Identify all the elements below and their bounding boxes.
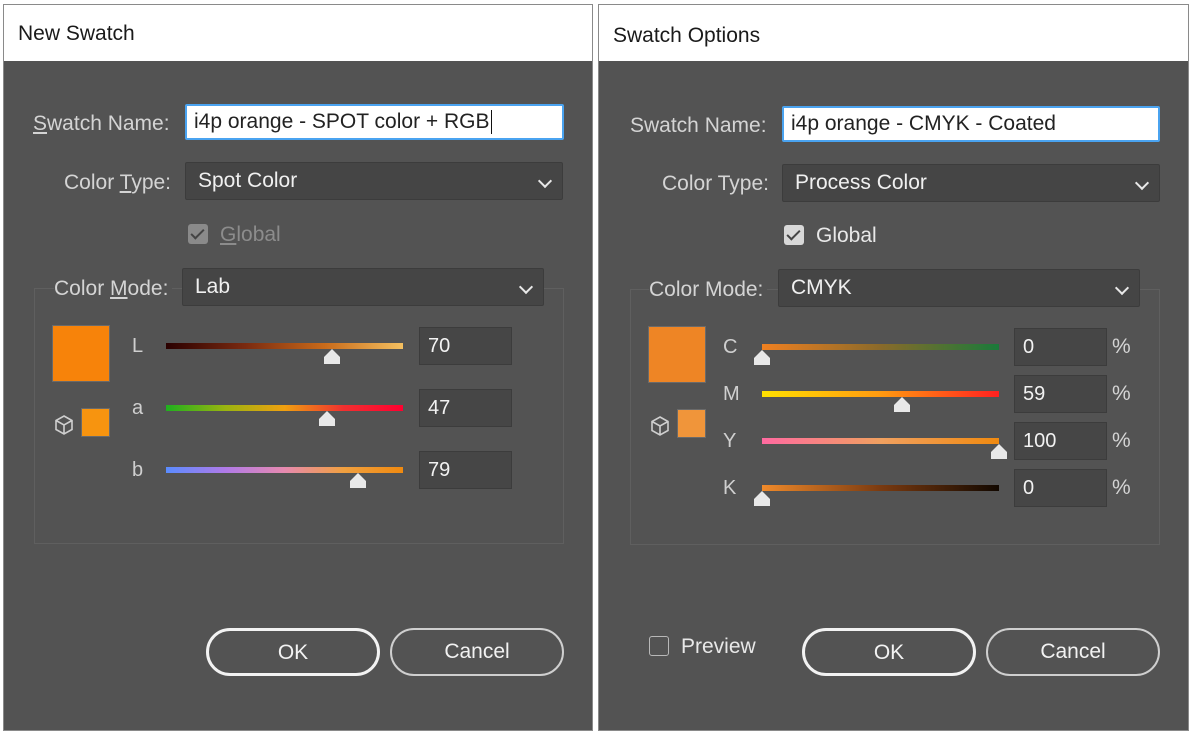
color-mode-select[interactable]: Lab: [182, 268, 544, 306]
chevron-down-icon: [537, 173, 553, 189]
swatch-name-input[interactable]: i4p orange - CMYK - Coated: [782, 106, 1160, 142]
color-type-select[interactable]: Process Color: [782, 164, 1160, 202]
preview-checkbox[interactable]: [649, 636, 669, 656]
swatch-options-dialog: Swatch Options Swatch Name: i4p orange -…: [598, 4, 1189, 731]
channel-value-l[interactable]: 70: [419, 327, 512, 365]
global-label: Global: [220, 223, 281, 246]
out-of-gamut-cube-icon[interactable]: [52, 413, 76, 437]
dialog-title: New Swatch: [18, 22, 135, 45]
percent-unit-y: %: [1112, 429, 1131, 452]
chevron-down-icon: [1114, 280, 1130, 296]
out-of-gamut-cube-icon[interactable]: [648, 414, 672, 438]
color-mode-select[interactable]: CMYK: [778, 269, 1140, 307]
preview-label: Preview: [681, 635, 756, 658]
channel-label-b: b: [132, 459, 144, 481]
color-type-select[interactable]: Spot Color: [185, 162, 563, 200]
in-gamut-color-swatch[interactable]: [677, 409, 706, 438]
color-type-label: Color Type:: [662, 172, 769, 195]
chevron-down-icon: [518, 279, 534, 295]
channel-value-b[interactable]: 79: [419, 451, 512, 489]
cancel-button[interactable]: Cancel: [390, 628, 564, 676]
color-type-label: Color Type:: [64, 171, 172, 194]
text-caret: [490, 110, 492, 135]
global-label: Global: [816, 224, 877, 247]
swatch-name-input[interactable]: i4p orange - SPOT color + RGB: [185, 104, 564, 140]
swatch-name-label: Swatch Name:: [630, 114, 767, 137]
percent-unit-m: %: [1112, 382, 1131, 405]
global-checkbox[interactable]: [188, 224, 208, 244]
channel-value-a[interactable]: 47: [419, 389, 512, 427]
checkmark-icon: [786, 226, 801, 241]
channel-label-y: Y: [723, 430, 737, 452]
percent-unit-c: %: [1112, 335, 1131, 358]
channel-label-k: K: [723, 477, 737, 499]
channel-value-k[interactable]: 0: [1014, 469, 1107, 507]
checkmark-icon: [190, 225, 205, 240]
percent-unit-k: %: [1112, 476, 1131, 499]
channel-slider-b[interactable]: [166, 467, 403, 473]
channel-slider-y[interactable]: [762, 438, 999, 444]
chevron-down-icon: [1134, 175, 1150, 191]
channel-slider-a[interactable]: [166, 405, 403, 411]
title-bar: New Swatch: [4, 5, 592, 61]
channel-value-m[interactable]: 59: [1014, 375, 1107, 413]
dialog-title: Swatch Options: [613, 24, 761, 47]
color-preview-swatch: [52, 325, 110, 382]
channel-slider-l[interactable]: [166, 343, 403, 349]
channel-label-c: C: [723, 336, 738, 358]
title-bar: Swatch Options: [599, 5, 1188, 61]
in-gamut-color-swatch[interactable]: [81, 408, 110, 437]
color-mode-label: Color Mode:: [649, 278, 768, 302]
channel-value-y[interactable]: 100: [1014, 422, 1107, 460]
channel-label-m: M: [723, 383, 740, 405]
channel-value-c[interactable]: 0: [1014, 328, 1107, 366]
cancel-button[interactable]: Cancel: [986, 628, 1160, 676]
swatch-name-label: Swatch Name:: [33, 112, 170, 135]
channel-slider-k[interactable]: [762, 485, 999, 491]
color-preview-swatch: [648, 326, 706, 383]
channel-slider-m[interactable]: [762, 391, 999, 397]
channel-label-a: a: [132, 397, 144, 419]
color-mode-label: Color Mode:: [54, 277, 173, 301]
global-checkbox[interactable]: [784, 225, 804, 245]
new-swatch-dialog: New Swatch Swatch Name: i4p orange - SPO…: [3, 4, 593, 731]
channel-label-l: L: [132, 335, 144, 357]
channel-slider-c[interactable]: [762, 344, 999, 350]
ok-button[interactable]: OK: [206, 628, 380, 676]
ok-button[interactable]: OK: [802, 628, 976, 676]
